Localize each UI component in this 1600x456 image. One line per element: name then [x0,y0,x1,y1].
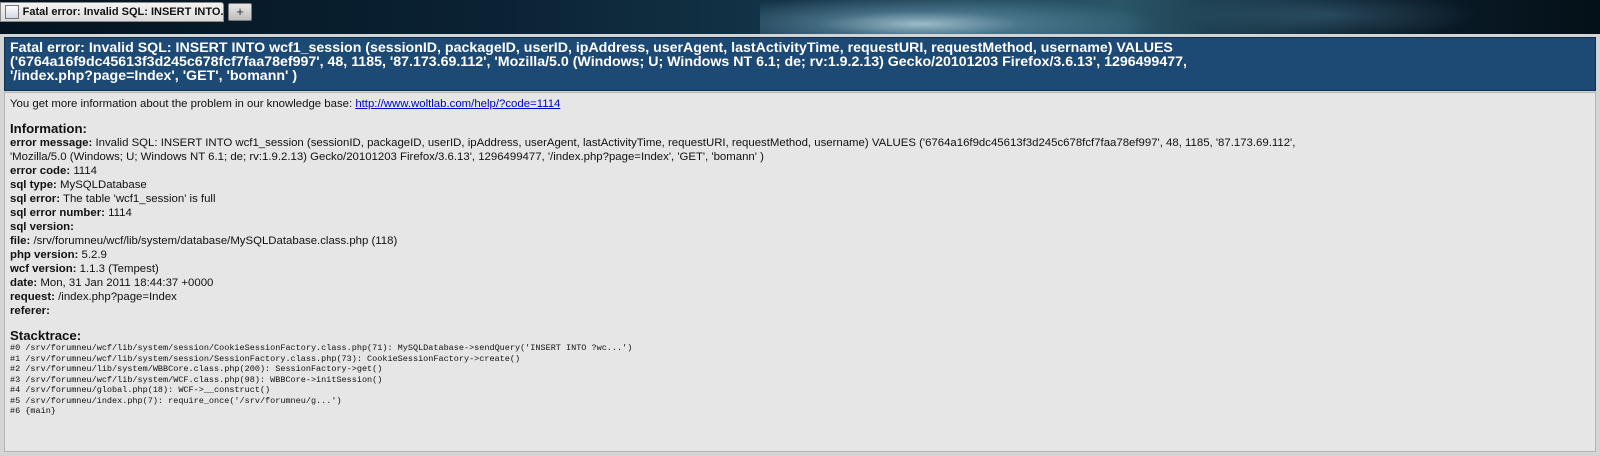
info-value: 1114 [73,165,97,177]
info-row-error-code: error code: 1114 [10,164,1591,178]
page-icon [5,5,19,19]
info-label: request: [10,291,55,303]
stacktrace-line: #3 /srv/forumneu/wcf/lib/system/WCF.clas… [10,374,383,385]
error-message-continuation: 'Mozilla/5.0 (Windows; U; Windows NT 6.1… [10,151,764,163]
error-message-value: Invalid SQL: INSERT INTO wcf1_session (s… [95,137,1296,149]
stacktrace-line: #4 /srv/forumneu/global.php(18): WCF->__… [10,385,271,395]
info-label: sql version: [10,221,74,233]
stacktrace-line: #2 /srv/forumneu/lib/system/WBBCore.clas… [10,364,383,374]
stacktrace-line: #6 {main} [10,406,56,416]
info-label: sql error: [10,193,61,205]
info-row-request: request: /index.php?page=Index [10,290,1591,304]
info-row-wcf-version: wcf version: 1.1.3 (Tempest) [10,262,1591,276]
error-details: You get more information about the probl… [4,92,1596,452]
error-header-line: Fatal error: Invalid SQL: INSERT INTO wc… [10,40,1173,56]
info-value: 1.1.3 (Tempest) [79,263,159,275]
stacktrace-line: #0 /srv/forumneu/wcf/lib/system/session/… [10,343,633,353]
info-value: 1114 [108,207,132,219]
info-value: /srv/forumneu/wcf/lib/system/database/My… [33,235,398,247]
info-row-sql-type: sql type: MySQLDatabase [10,178,1591,192]
error-message-label: error message: [10,137,93,149]
info-label: php version: [10,249,79,261]
browser-tab[interactable]: Fatal error: Invalid SQL: INSERT INTO... [0,2,224,22]
info-label: sql error number: [10,207,105,219]
knowledge-base-line: You get more information about the probl… [10,97,1591,111]
knowledge-base-text: You get more information about the probl… [10,98,356,110]
info-label: referer: [10,305,50,317]
stacktrace-title: Stacktrace: [10,328,82,343]
tab-title: Fatal error: Invalid SQL: INSERT INTO... [22,6,223,18]
info-label: sql type: [10,179,57,191]
info-label: date: [10,277,38,289]
info-row-referer: referer: [10,304,1591,318]
info-row-sql-error-number: sql error number: 1114 [10,206,1591,220]
background-splash-2 [1180,0,1480,34]
new-tab-button[interactable]: + [228,3,252,21]
info-value: 5.2.9 [81,249,107,261]
info-label: error code: [10,165,71,177]
info-label: wcf version: [10,263,77,275]
error-header-line: ('6764a16f9dc45613f3d245c678fcf7faa78ef9… [10,54,1187,70]
info-row-file: file: /srv/forumneu/wcf/lib/system/datab… [10,234,1591,248]
stacktrace-line: #5 /srv/forumneu/index.php(7): require_o… [10,395,342,406]
info-label: file: [10,235,31,247]
error-message-row: error message: Invalid SQL: INSERT INTO … [10,136,1591,150]
info-row-php-version: php version: 5.2.9 [10,248,1591,262]
info-row-sql-error: sql error: The table 'wcf1_session' is f… [10,192,1591,206]
error-header-line: '/index.php?page=Index', 'GET', 'bomann'… [10,68,298,84]
info-value: /index.php?page=Index [58,291,177,303]
information-title: Information: [10,121,87,136]
info-value: Mon, 31 Jan 2011 18:44:37 +0000 [40,277,214,289]
stacktrace-line: #1 /srv/forumneu/wcf/lib/system/session/… [10,353,521,364]
info-row-sql-version: sql version: [10,220,1591,234]
knowledge-base-link[interactable]: http://www.woltlab.com/help/?code=1114 [355,98,560,110]
info-value: The table 'wcf1_session' is full [62,193,216,205]
browser-tab-strip: Fatal error: Invalid SQL: INSERT INTO...… [0,0,1600,34]
error-header: Fatal error: Invalid SQL: INSERT INTO wc… [4,37,1596,91]
info-row-date: date: Mon, 31 Jan 2011 18:44:37 +0000 [10,276,1591,290]
info-value: MySQLDatabase [60,179,147,191]
background-splash [760,0,1160,34]
